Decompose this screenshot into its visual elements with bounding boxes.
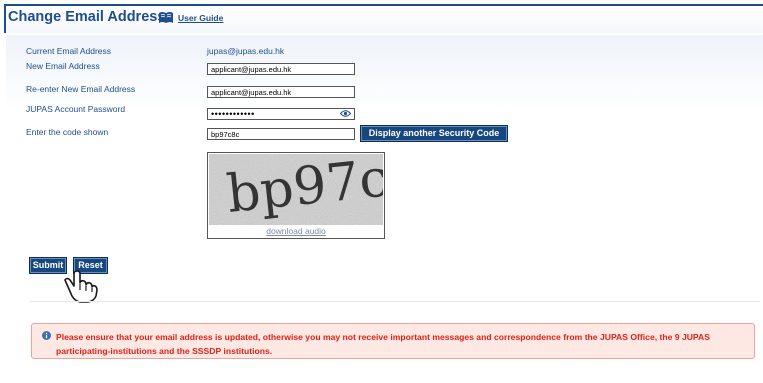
info-icon — [42, 331, 51, 340]
current-email-label: Current Email Address — [26, 46, 112, 56]
password-label: JUPAS Account Password — [26, 104, 126, 114]
display-another-code-button[interactable]: Display another Security Code — [360, 125, 508, 142]
eye-icon[interactable] — [340, 109, 351, 118]
new-email-field[interactable]: applicant@jupas.edu.hk — [207, 63, 355, 75]
user-guide-link[interactable]: User Guide — [178, 13, 223, 23]
new-email-label: New Email Address — [26, 61, 100, 71]
captcha-image: bp97c8c — [209, 154, 383, 225]
reenter-email-label: Re-enter New Email Address — [26, 84, 136, 94]
captcha-panel: bp97c8c download audio — [207, 152, 385, 239]
download-audio-link[interactable]: download audio — [208, 226, 384, 236]
book-icon — [159, 12, 173, 23]
notice-banner: Please ensure that your email address is… — [31, 323, 755, 359]
notice-text: Please ensure that your email address is… — [56, 332, 710, 356]
reenter-email-field[interactable]: applicant@jupas.edu.hk — [207, 86, 355, 98]
security-code-field[interactable]: bp97c8c — [207, 128, 355, 140]
current-email-value: jupas@jupas.edu.hk — [207, 46, 285, 56]
password-field[interactable]: •••••••••••• — [207, 108, 355, 120]
page-title: Change Email Address — [8, 9, 166, 25]
security-code-label: Enter the code shown — [26, 127, 109, 137]
divider — [30, 301, 760, 302]
hand-pointer-icon — [64, 270, 98, 303]
